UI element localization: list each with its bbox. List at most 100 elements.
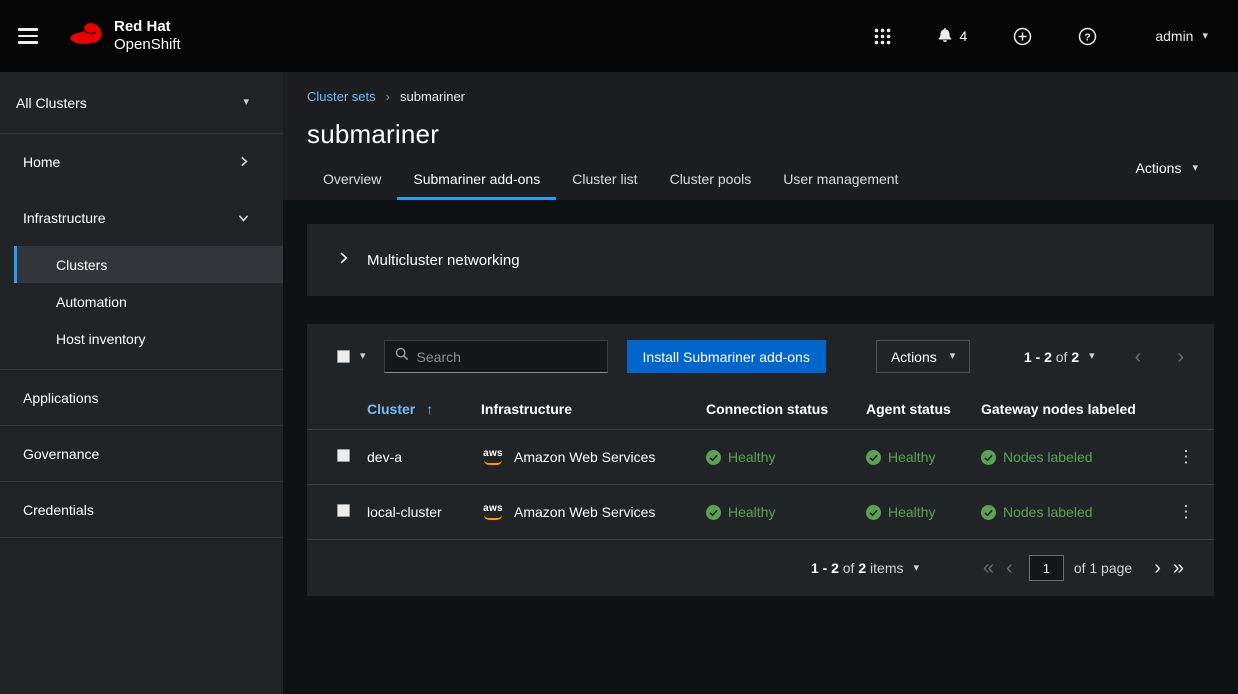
- masthead: Red Hat OpenShift 4: [0, 0, 1238, 72]
- sidebar-item-label: Clusters: [56, 257, 107, 273]
- agent-status[interactable]: Healthy: [866, 504, 935, 520]
- sidebar-item-home[interactable]: Home: [0, 134, 283, 190]
- check-circle-icon: [866, 450, 881, 465]
- column-header-connection-status: Connection status: [706, 389, 866, 430]
- last-page-button[interactable]: »: [1167, 558, 1190, 578]
- connection-status[interactable]: Healthy: [706, 504, 775, 520]
- gateway-nodes-status[interactable]: Nodes labeled: [981, 449, 1093, 465]
- search-box: [384, 340, 608, 373]
- sidebar-item-label: Host inventory: [56, 331, 145, 347]
- tab-user-management[interactable]: User management: [767, 163, 914, 200]
- bulk-select-checkbox[interactable]: [337, 350, 350, 363]
- tab-cluster-pools[interactable]: Cluster pools: [654, 163, 768, 200]
- gateway-nodes-status[interactable]: Nodes labeled: [981, 504, 1093, 520]
- app-body: All Clusters ▾ Home Infrastructure Clust…: [0, 72, 1238, 694]
- bulk-select-dropdown[interactable]: ▾: [337, 350, 366, 363]
- app-launcher-icon[interactable]: [868, 22, 897, 51]
- clusters-table-card: ▾ Install Submariner add-ons Actions ▾: [307, 324, 1214, 596]
- brand-line1: Red Hat: [114, 18, 181, 36]
- chevron-right-icon: [239, 154, 249, 170]
- multicluster-networking-card[interactable]: Multicluster networking: [307, 224, 1214, 296]
- sidebar-item-infrastructure[interactable]: Infrastructure: [0, 190, 283, 246]
- sidebar-item-host-inventory[interactable]: Host inventory: [14, 320, 283, 357]
- pagination-range-value: 1 - 2: [1024, 349, 1052, 365]
- table-row: local-cluster aws Amazon Web Services: [307, 485, 1214, 540]
- check-circle-icon: [981, 505, 996, 520]
- chevron-right-icon: [337, 251, 350, 270]
- table-actions-dropdown[interactable]: Actions ▾: [876, 340, 970, 373]
- brand-logo[interactable]: Red Hat OpenShift: [68, 18, 181, 53]
- tab-cluster-list[interactable]: Cluster list: [556, 163, 653, 200]
- sidebar-item-applications[interactable]: Applications: [0, 370, 283, 426]
- pagination-range-value: 1 - 2: [811, 560, 839, 576]
- tab-submariner-add-ons[interactable]: Submariner add-ons: [397, 163, 556, 200]
- cluster-name: dev-a: [367, 430, 481, 485]
- column-header-gateway-nodes: Gateway nodes labeled: [981, 389, 1166, 430]
- card-title: Multicluster networking: [367, 252, 520, 269]
- pagination-range: 1 - 2 of 2 items: [811, 560, 904, 576]
- agent-status[interactable]: Healthy: [866, 449, 935, 465]
- column-header-cluster[interactable]: Cluster ↑: [367, 389, 481, 430]
- perspective-label: All Clusters: [16, 95, 87, 111]
- page-of-label: of 1 page: [1074, 560, 1132, 576]
- aws-icon: aws: [481, 449, 505, 465]
- breadcrumb: Cluster sets › submariner: [307, 89, 1214, 104]
- page-header: Cluster sets › submariner submariner Act…: [283, 72, 1238, 200]
- kebab-menu-icon[interactable]: ⋮: [1168, 500, 1205, 524]
- pagination-of-label: of: [1056, 349, 1068, 365]
- infrastructure-subnav: Clusters Automation Host inventory: [0, 246, 283, 369]
- pagination-caret-icon[interactable]: ▾: [1089, 351, 1095, 362]
- caret-down-icon: ▾: [950, 351, 956, 362]
- next-page-button[interactable]: ›: [1148, 558, 1167, 578]
- sidebar-item-governance[interactable]: Governance: [0, 426, 283, 482]
- clusters-table: Cluster ↑ Infrastructure Connection statu…: [307, 389, 1214, 540]
- pagination-of-label: of: [843, 560, 855, 576]
- pagination-caret-icon[interactable]: ▾: [913, 563, 919, 574]
- red-hat-logo-icon: [68, 21, 104, 51]
- search-input[interactable]: [417, 349, 597, 365]
- sidebar-item-automation[interactable]: Automation: [14, 283, 283, 320]
- main-content: Cluster sets › submariner submariner Act…: [283, 72, 1238, 694]
- column-header-infrastructure: Infrastructure: [481, 389, 706, 430]
- page-actions-label: Actions: [1136, 160, 1182, 176]
- brand-text: Red Hat OpenShift: [114, 18, 181, 53]
- next-page-button[interactable]: ›: [1171, 347, 1190, 367]
- page-title: submariner: [307, 119, 1214, 150]
- connection-status[interactable]: Healthy: [706, 449, 775, 465]
- kebab-menu-icon[interactable]: ⋮: [1168, 445, 1205, 469]
- page-actions-dropdown[interactable]: Actions ▾: [1136, 160, 1198, 176]
- tab-overview[interactable]: Overview: [307, 163, 397, 200]
- aws-icon: aws: [481, 504, 505, 520]
- cluster-name: local-cluster: [367, 485, 481, 540]
- caret-down-icon: ▾: [1192, 163, 1198, 174]
- row-checkbox[interactable]: [337, 504, 350, 517]
- breadcrumb-current: submariner: [400, 89, 465, 104]
- prev-page-button[interactable]: ‹: [1000, 558, 1019, 578]
- column-header-agent-status: Agent status: [866, 389, 981, 430]
- add-circle-icon[interactable]: [1007, 21, 1038, 52]
- row-checkbox[interactable]: [337, 449, 350, 462]
- check-circle-icon: [866, 505, 881, 520]
- pagination-total: 2: [858, 560, 866, 576]
- help-icon[interactable]: ?: [1072, 21, 1103, 52]
- infrastructure-cell: aws Amazon Web Services: [481, 449, 698, 465]
- check-circle-icon: [706, 505, 721, 520]
- sidebar-item-credentials[interactable]: Credentials: [0, 482, 283, 538]
- sidebar-item-clusters[interactable]: Clusters: [14, 246, 283, 283]
- user-menu[interactable]: admin ▾: [1155, 28, 1208, 44]
- first-page-button[interactable]: «: [977, 558, 1000, 578]
- perspective-switcher[interactable]: All Clusters ▾: [0, 72, 283, 134]
- page-number-input[interactable]: [1029, 555, 1064, 581]
- page-content: Multicluster networking ▾: [283, 200, 1238, 694]
- pagination-range: 1 - 2 of 2: [1024, 349, 1079, 365]
- notification-count: 4: [960, 28, 968, 44]
- breadcrumb-separator-icon: ›: [386, 89, 390, 104]
- hamburger-menu-icon[interactable]: [18, 28, 38, 44]
- svg-text:?: ?: [1085, 32, 1091, 43]
- column-header-label[interactable]: Cluster: [367, 401, 415, 417]
- breadcrumb-cluster-sets[interactable]: Cluster sets: [307, 89, 376, 104]
- sort-ascending-icon[interactable]: ↑: [426, 401, 433, 417]
- prev-page-button[interactable]: ‹: [1129, 347, 1148, 367]
- notifications-button[interactable]: 4: [931, 20, 974, 52]
- install-submariner-button[interactable]: Install Submariner add-ons: [627, 340, 826, 373]
